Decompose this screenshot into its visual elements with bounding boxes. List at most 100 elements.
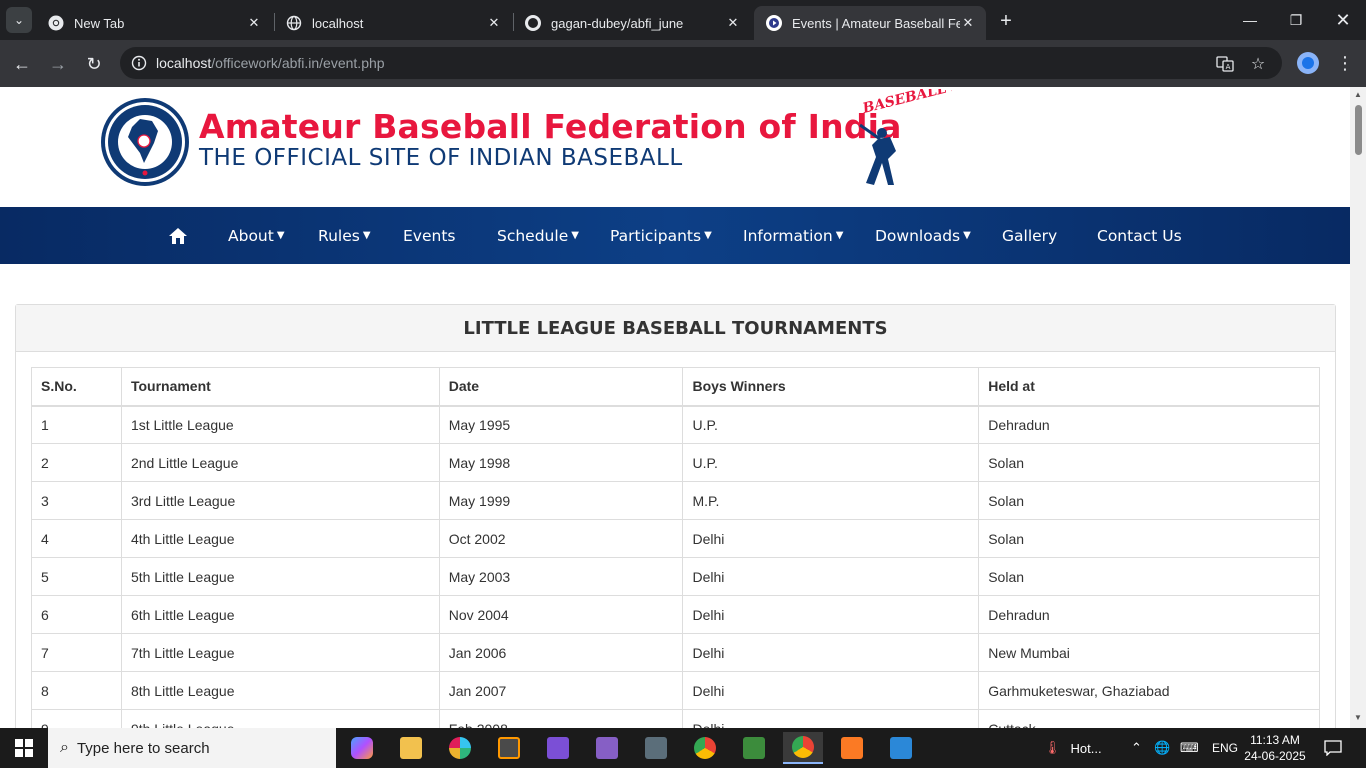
vscode-purple-icon[interactable] <box>538 732 578 764</box>
tab-localhost[interactable]: localhost ✕ <box>274 6 512 40</box>
table-cell: Solan <box>978 557 1320 596</box>
file-explorer-icon[interactable] <box>391 732 431 764</box>
table-cell: 5 <box>31 557 122 596</box>
copilot-app-icon[interactable] <box>342 732 382 764</box>
tab-new-tab[interactable]: New Tab ✕ <box>36 6 272 40</box>
table-cell: 2 <box>31 443 122 482</box>
nav-label: Participants <box>610 226 702 245</box>
table-cell: Delhi <box>682 519 980 558</box>
clock-time: 11:13 AM <box>1250 733 1300 747</box>
panel-title: LITTLE LEAGUE BASEBALL TOURNAMENTS <box>16 305 1335 352</box>
table-cell: 2nd Little League <box>120 443 440 482</box>
close-tab-icon[interactable]: ✕ <box>725 15 741 31</box>
nav-participants[interactable]: Participants ▼ <box>610 207 712 264</box>
tab-title: gagan-dubey/abfi_june <box>551 15 684 31</box>
language-indicator[interactable]: ENG <box>1212 728 1238 768</box>
translate-icon[interactable]: A <box>1214 53 1236 75</box>
baseball-india-logo-text: BASEBALL INDIA <box>860 89 952 117</box>
table-cell: U.P. <box>682 405 980 444</box>
bookmark-star-icon[interactable]: ☆ <box>1247 53 1269 75</box>
chrome-taskbar-icon[interactable] <box>685 732 725 764</box>
slack-icon[interactable] <box>440 732 480 764</box>
page-scrollbar[interactable]: ▲ ▼ <box>1350 87 1366 728</box>
weather-widget[interactable]: 🌡 Hot... <box>1044 728 1102 768</box>
table-cell: 8th Little League <box>120 671 440 710</box>
nav-about[interactable]: About ▼ <box>228 207 285 264</box>
restore-icon[interactable]: ❐ <box>1273 0 1319 40</box>
keyboard-icon[interactable]: ⌨ <box>1180 728 1199 768</box>
site-subtitle: THE OFFICIAL SITE OF INDIAN BASEBALL <box>199 145 683 171</box>
close-tab-icon[interactable]: ✕ <box>486 15 502 31</box>
close-window-icon[interactable]: ✕ <box>1320 0 1366 40</box>
microsoft-store-icon[interactable] <box>881 732 921 764</box>
nav-rules[interactable]: Rules ▼ <box>318 207 371 264</box>
forward-icon[interactable]: → <box>43 49 73 79</box>
tools-app-icon[interactable] <box>636 732 676 764</box>
back-icon[interactable]: ← <box>7 49 37 79</box>
notification-icon[interactable] <box>1324 728 1342 768</box>
chrome-active-icon[interactable] <box>783 732 823 764</box>
start-button[interactable] <box>0 728 48 768</box>
nav-label: About <box>228 226 274 245</box>
baseball-india-logo[interactable]: BASEBALL INDIA <box>856 89 952 189</box>
url-path: /officework/abfi.in/event.php <box>211 55 385 71</box>
tab-search-button[interactable]: ⌄ <box>6 7 32 33</box>
menu-kebab-icon[interactable]: ⋮ <box>1334 52 1356 74</box>
table-row: 2 2nd Little League May 1998 U.P. Solan <box>31 443 1320 482</box>
tab-github[interactable]: gagan-dubey/abfi_june ✕ <box>513 6 751 40</box>
profile-avatar-icon[interactable] <box>1297 52 1319 74</box>
tab-events-active[interactable]: Events | Amateur Baseball Federation of … <box>754 6 986 40</box>
globe-icon <box>286 15 302 31</box>
scroll-down-icon[interactable]: ▼ <box>1354 714 1362 722</box>
nav-contact-us[interactable]: Contact Us <box>1097 207 1182 264</box>
close-tab-icon[interactable]: ✕ <box>960 15 976 31</box>
scroll-thumb[interactable] <box>1355 105 1362 155</box>
nav-home[interactable] <box>168 207 188 264</box>
nav-gallery[interactable]: Gallery <box>1002 207 1057 264</box>
minimize-icon[interactable]: — <box>1227 0 1273 40</box>
visual-studio-icon[interactable] <box>587 732 627 764</box>
address-bar[interactable]: localhost/officework/abfi.in/event.php A… <box>120 47 1282 79</box>
system-clock[interactable]: 11:13 AM 24-06-2025 <box>1240 732 1310 764</box>
nav-label: Downloads <box>875 226 961 245</box>
url-host: localhost <box>156 55 212 71</box>
table-cell: Dehradun <box>978 595 1320 634</box>
taskbar-search-box[interactable]: ⌕ Type here to search <box>48 728 336 768</box>
weather-text: Hot... <box>1070 740 1102 756</box>
table-row: 8 8th Little League Jan 2007 Delhi Garhmuket… <box>31 671 1320 710</box>
nav-information[interactable]: Information ▼ <box>743 207 843 264</box>
nav-schedule[interactable]: Schedule ▼ <box>497 207 579 264</box>
reload-icon[interactable]: ↻ <box>79 49 109 79</box>
browser-toolbar: ← → ↻ localhost/officework/abfi.in/event… <box>0 40 1366 87</box>
table-row: 99th Little LeagueFeb 2008DelhiCuttack <box>31 709 1320 728</box>
table-header-row: S.No. Tournament Date Boys Winners Held … <box>31 367 1320 407</box>
close-tab-icon[interactable]: ✕ <box>246 15 262 31</box>
table-cell: 1 <box>31 405 122 444</box>
tab-title: Events | Amateur Baseball Federation of … <box>792 15 960 31</box>
nav-events[interactable]: Events <box>403 207 455 264</box>
table-cell: 6th Little League <box>120 595 440 634</box>
table-cell: 4th Little League <box>120 519 440 558</box>
table-cell: U.P. <box>682 443 980 482</box>
federation-seal-logo[interactable] <box>100 97 190 187</box>
search-placeholder: Type here to search <box>76 739 210 757</box>
show-hidden-icons[interactable]: ⌃ <box>1131 728 1142 768</box>
table-cell: 4 <box>31 519 122 558</box>
site-info-icon[interactable] <box>128 52 150 74</box>
sublime-text-icon[interactable] <box>489 732 529 764</box>
xampp-icon[interactable] <box>832 732 872 764</box>
network-globe-icon[interactable]: 🌐 <box>1154 728 1170 768</box>
table-body: 1 1st Little League May 1995 U.P. Dehradun 2 2… <box>31 405 1320 728</box>
home-icon <box>169 227 187 244</box>
new-tab-button[interactable]: + <box>994 9 1018 33</box>
scroll-up-icon[interactable]: ▲ <box>1354 91 1362 99</box>
site-icon <box>766 15 782 31</box>
table-row: 7 7th Little League Jan 2006 Delhi New Mumba… <box>31 633 1320 672</box>
table-cell: May 1995 <box>438 405 684 444</box>
table-cell: Delhi <box>682 557 980 596</box>
nav-downloads[interactable]: Downloads ▼ <box>875 207 971 264</box>
column-header: Tournament <box>120 367 440 407</box>
svg-text:A: A <box>1226 63 1231 71</box>
chrome-icon <box>48 15 64 31</box>
chart-app-icon[interactable] <box>734 732 774 764</box>
